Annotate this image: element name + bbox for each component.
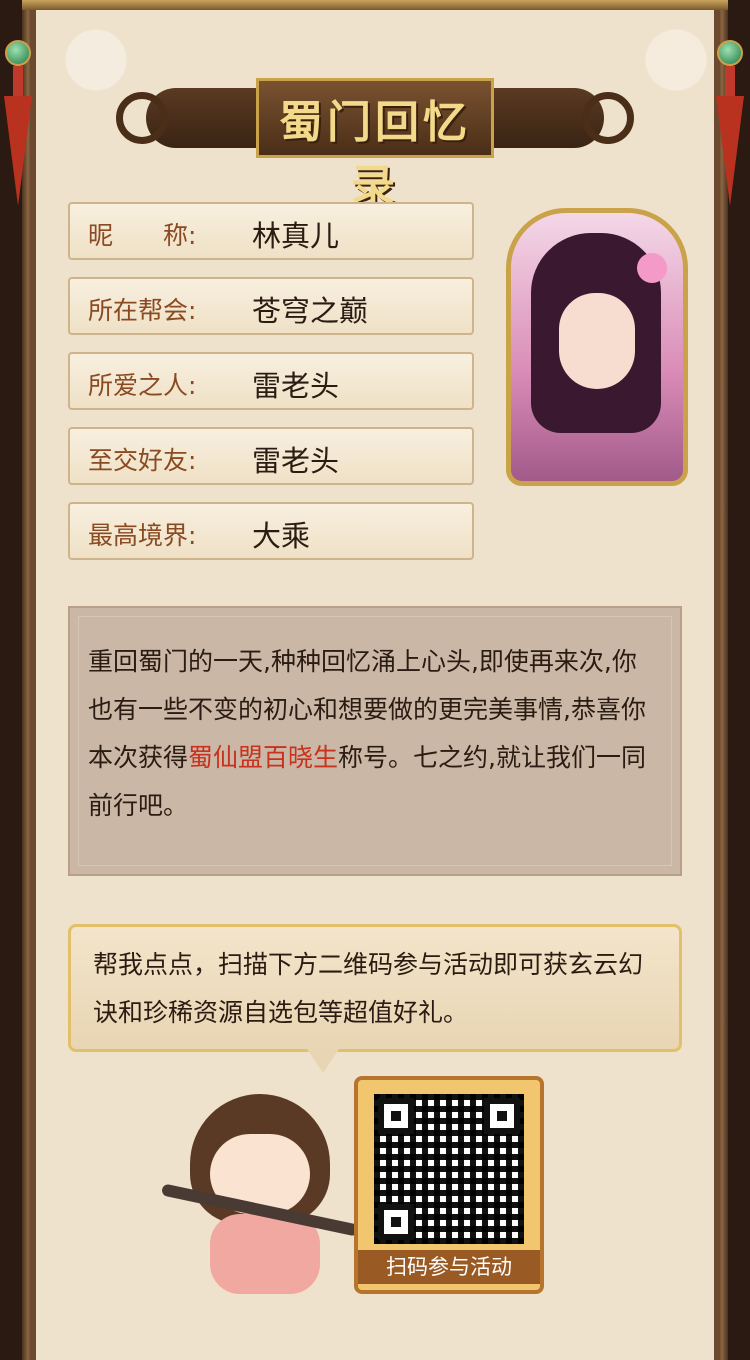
- field-best-friend: 至交好友: 雷老头: [68, 427, 474, 485]
- field-beloved: 所爱之人: 雷老头: [68, 352, 474, 410]
- field-value: 雷老头: [252, 369, 340, 403]
- speech-bubble: 帮我点点，扫描下方二维码参与活动即可获玄云幻诀和珍稀资源自选包等超值好礼。: [68, 924, 682, 1073]
- field-highest-realm: 最高境界: 大乘: [68, 502, 474, 560]
- swirl-right-icon: [582, 92, 634, 144]
- story-text: 重回蜀门的一天,种种回忆涌上心头,即使再来次,你也有一些不变的初心和想要做的更完…: [88, 647, 646, 820]
- field-value: 雷老头: [252, 444, 340, 478]
- swirl-left-icon: [116, 92, 168, 144]
- mascot-character: [150, 1074, 370, 1304]
- title-banner: 蜀门回忆录: [106, 72, 644, 212]
- scroll-top-bar: [22, 0, 728, 10]
- field-label: 最高境界:: [88, 521, 197, 550]
- field-label: 所在帮会:: [88, 296, 197, 325]
- field-label: 昵 称:: [88, 221, 197, 250]
- field-nickname: 昵 称: 林真儿: [68, 202, 474, 260]
- field-guild: 所在帮会: 苍穹之巅: [68, 277, 474, 335]
- tassel-left-decoration: [4, 10, 32, 220]
- qr-code-card[interactable]: 扫码参与活动: [354, 1076, 544, 1294]
- qr-code-icon[interactable]: [374, 1094, 524, 1244]
- field-label: 所爱之人:: [88, 371, 197, 400]
- page-title: 蜀门回忆录: [279, 97, 471, 212]
- speech-text: 帮我点点，扫描下方二维码参与活动即可获玄云幻诀和珍稀资源自选包等超值好礼。: [93, 950, 644, 1027]
- field-value: 大乘: [252, 519, 311, 553]
- flower-icon: [637, 253, 667, 283]
- tassel-right-decoration: [716, 10, 744, 220]
- field-label: 至交好友:: [88, 446, 197, 475]
- story-panel: 重回蜀门的一天,种种回忆涌上心头,即使再来次,你也有一些不变的初心和想要做的更完…: [68, 606, 682, 876]
- field-value: 林真儿: [252, 219, 340, 253]
- title-highlight: 蜀仙盟百晓生: [188, 743, 339, 772]
- field-value: 苍穹之巅: [252, 294, 369, 328]
- qr-caption: 扫码参与活动: [358, 1250, 540, 1284]
- character-portrait: [506, 208, 688, 486]
